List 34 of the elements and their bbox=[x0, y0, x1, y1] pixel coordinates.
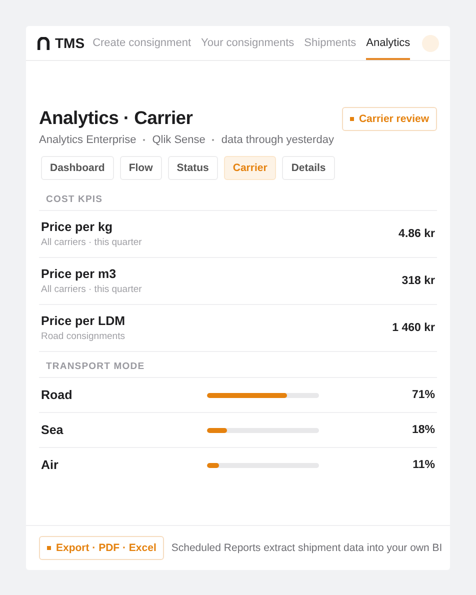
mode-percent: 71% bbox=[410, 389, 435, 401]
nav-link[interactable]: Your consignments bbox=[201, 26, 294, 60]
mode-percent: 11% bbox=[412, 459, 435, 471]
kpi-value: 318 kr bbox=[402, 275, 435, 287]
nav-link[interactable]: Analytics bbox=[366, 26, 410, 60]
kpi-note: All carriers · this quarter bbox=[41, 237, 142, 248]
section-heading: TRANSPORT MODE bbox=[39, 352, 437, 378]
kpi-note: Road consignments bbox=[41, 331, 126, 342]
mode-name: Road bbox=[41, 388, 74, 402]
carrier-review-button[interactable]: Carrier review bbox=[342, 107, 437, 131]
brand-name: TMS bbox=[55, 35, 85, 51]
subtitle-text: Qlik Sense bbox=[152, 134, 206, 146]
tab[interactable]: Dashboard bbox=[41, 156, 114, 180]
kpi-name: Price per kg bbox=[41, 220, 114, 234]
subtitle-text: Analytics Enterprise bbox=[39, 134, 136, 146]
subtitle-text: data through yesterday bbox=[221, 134, 334, 146]
footer-text: Scheduled Reports extract shipment data into your own BI bbox=[171, 542, 442, 554]
kpi-value: 1 460 kr bbox=[392, 322, 435, 334]
kpi-value: 4.86 kr bbox=[398, 228, 435, 240]
section-heading: COST KPIS bbox=[39, 180, 437, 211]
nav-link[interactable]: Shipments bbox=[304, 26, 356, 60]
mode-name: Sea bbox=[41, 423, 64, 437]
mode-percent: 18% bbox=[410, 424, 435, 436]
kpi-note: All carriers · this quarter bbox=[41, 284, 142, 295]
tab[interactable]: Details bbox=[282, 156, 335, 180]
kpi-name: Price per m3 bbox=[41, 267, 118, 281]
kpi-name: Price per LDM bbox=[41, 314, 126, 328]
tab[interactable]: Carrier bbox=[224, 156, 276, 180]
nav-link[interactable]: Create consignment bbox=[92, 26, 192, 60]
mode-name: Air bbox=[41, 458, 60, 472]
page-title: Analytics · Carrier bbox=[39, 107, 194, 129]
tab[interactable]: Flow bbox=[120, 156, 162, 180]
tab[interactable]: Status bbox=[168, 156, 218, 180]
export-button[interactable]: Export · PDF · Excel bbox=[39, 536, 164, 560]
